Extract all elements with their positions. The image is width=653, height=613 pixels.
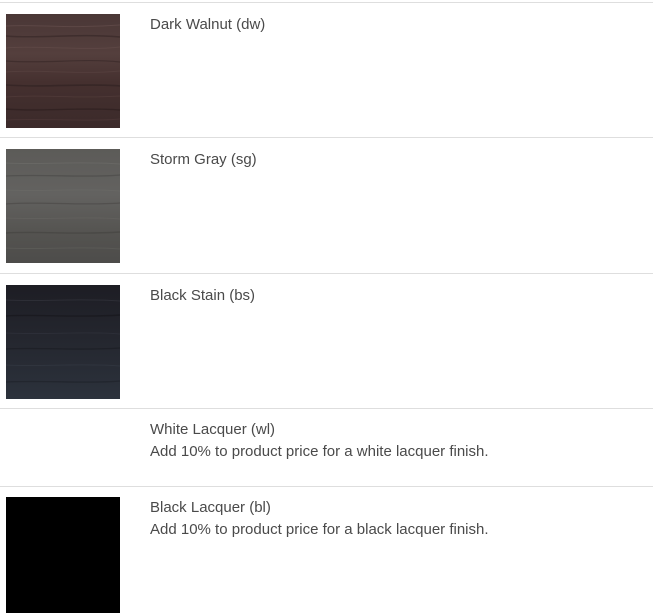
finish-name: Black Stain (bs)	[150, 287, 256, 304]
finish-options-list: Dark Walnut (dw) Storm Gray (sg) Black S…	[0, 0, 653, 613]
finish-row-white-lacquer[interactable]: White Lacquer (wl) Add 10% to product pr…	[0, 408, 653, 487]
finish-row-black-lacquer[interactable]: Black Lacquer (bl) Add 10% to product pr…	[0, 486, 653, 613]
finish-name: Black Lacquer (bl)	[150, 499, 271, 516]
finish-row-dark-walnut[interactable]: Dark Walnut (dw)	[0, 2, 653, 138]
finish-description: Add 10% to product price for a black lac…	[150, 521, 489, 538]
finish-name: Dark Walnut (dw)	[150, 16, 266, 33]
finish-row-black-stain[interactable]: Black Stain (bs)	[0, 273, 653, 409]
finish-row-storm-gray[interactable]: Storm Gray (sg)	[0, 137, 653, 273]
finish-description: Add 10% to product price for a white lac…	[150, 443, 489, 460]
finish-name: White Lacquer (wl)	[150, 421, 276, 438]
black-stain-swatch	[6, 285, 120, 399]
finish-name: Storm Gray (sg)	[150, 151, 257, 168]
storm-gray-swatch	[6, 149, 120, 263]
dark-walnut-swatch	[6, 14, 120, 128]
black-lacquer-swatch	[6, 497, 120, 613]
